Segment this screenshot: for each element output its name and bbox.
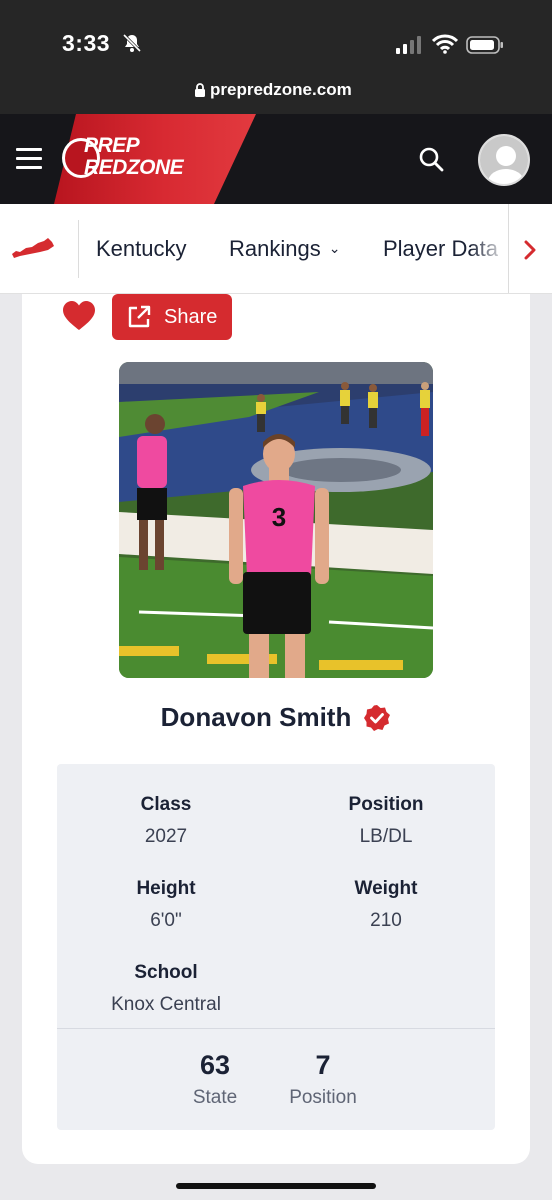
- external-share-icon: [128, 305, 151, 328]
- battery-icon: [466, 36, 503, 54]
- weight-label: Weight: [354, 878, 418, 899]
- height-label: Height: [136, 878, 196, 899]
- player-info-panel: Class 2027 Position LB/DL Height 6'0" We…: [57, 764, 495, 1130]
- state-rank-label: State: [192, 1087, 238, 1108]
- state-rank[interactable]: 63 State: [165, 1050, 265, 1109]
- player-name-row: Donavon Smith: [22, 702, 530, 733]
- status-time: 3:33: [62, 30, 111, 56]
- user-avatar[interactable]: [478, 134, 530, 186]
- verified-badge-icon: [364, 704, 391, 731]
- jersey-number: 3: [272, 502, 286, 532]
- bell-muted-icon: [122, 33, 142, 53]
- player-name: Donavon Smith: [160, 702, 352, 732]
- wifi-icon: [432, 34, 458, 54]
- position-rank-label: Position: [289, 1087, 357, 1108]
- chevron-right-icon: [524, 240, 536, 260]
- position-label: Position: [348, 794, 424, 815]
- class-label: Class: [140, 794, 192, 815]
- position-rank-value: 7: [315, 1050, 331, 1080]
- status-bar: 3:33: [0, 0, 552, 72]
- state-rank-value: 63: [199, 1050, 231, 1080]
- position-field: Position LB/DL: [291, 794, 481, 848]
- position-value: LB/DL: [359, 826, 413, 847]
- player-photo: 3: [119, 362, 433, 678]
- school-value[interactable]: Knox Central: [71, 994, 261, 1016]
- nav-scroll-right-button[interactable]: [508, 204, 552, 293]
- lock-icon: [195, 83, 205, 97]
- share-label: Share: [164, 306, 218, 328]
- class-field: Class 2027: [71, 794, 261, 848]
- signal-icon: [396, 36, 421, 54]
- site-logo[interactable]: PREP REDZONE: [62, 134, 196, 182]
- school-label: School: [134, 962, 198, 983]
- share-button[interactable]: Share: [112, 294, 232, 340]
- home-indicator[interactable]: [176, 1183, 376, 1189]
- nav-divider: [78, 220, 79, 278]
- class-value: 2027: [144, 826, 188, 847]
- nav-item-rankings-label: Rankings: [229, 236, 321, 261]
- school-field: School Knox Central: [71, 962, 261, 1016]
- address-bar[interactable]: prepredzone.com: [0, 72, 552, 114]
- weight-field: Weight 210: [291, 878, 481, 932]
- kentucky-state-icon[interactable]: [10, 236, 56, 262]
- chevron-down-icon: ⌄: [328, 240, 341, 256]
- nav-item-kentucky[interactable]: Kentucky: [96, 236, 187, 262]
- site-header: PREP REDZONE: [0, 114, 552, 204]
- nav-item-rankings[interactable]: Rankings ⌄: [229, 236, 340, 262]
- section-nav: Kentucky Rankings ⌄ Player Data: [0, 204, 552, 294]
- url-text: prepredzone.com: [210, 80, 352, 99]
- player-card: Share 3 Donavon Smith Class 2027 Positio…: [22, 294, 530, 1164]
- height-field: Height 6'0": [71, 878, 261, 932]
- nav-fade: [470, 204, 508, 293]
- height-value: 6'0": [150, 910, 182, 931]
- logo-text-line1: PREP: [84, 134, 140, 157]
- info-divider: [57, 1028, 495, 1029]
- weight-value: 210: [370, 910, 402, 931]
- search-icon[interactable]: [418, 146, 444, 172]
- menu-icon[interactable]: [16, 148, 42, 170]
- position-rank[interactable]: 7 Position: [273, 1050, 373, 1109]
- heart-icon[interactable]: [62, 300, 96, 332]
- logo-text-line2: REDZONE: [84, 156, 184, 179]
- default-avatar-icon: [480, 136, 528, 184]
